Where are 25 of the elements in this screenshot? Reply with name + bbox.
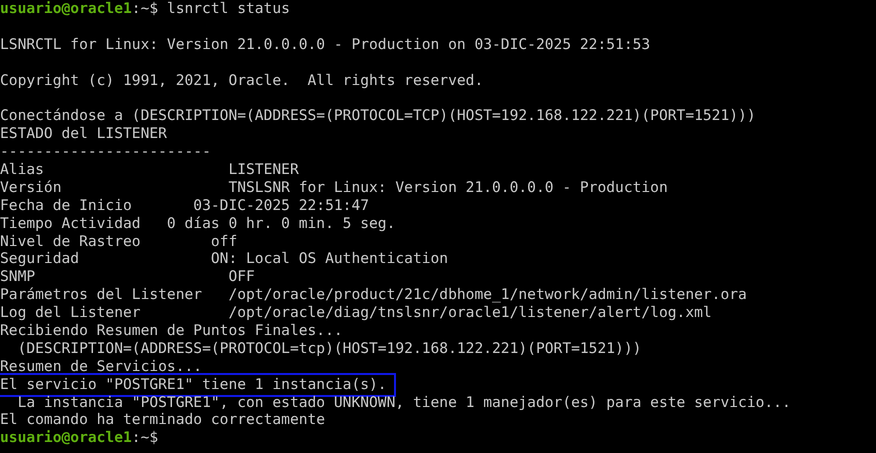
output-line: El servicio "POSTGRE1" tiene 1 instancia(s). <box>0 376 393 394</box>
output-line: ------------------------ <box>0 143 211 162</box>
output-line: (DESCRIPTION=(ADDRESS=(PROTOCOL=tcp)(HOST=192.168.122.221)(PORT=1521))) <box>16 340 642 358</box>
output-line: SNMP OFF <box>0 268 255 286</box>
output-line: El comando ha terminado correctamente <box>0 411 326 430</box>
prompt-user-host: usuario@oracle1 <box>0 0 132 17</box>
output-line: Fecha de Inicio 03-DIC-2025 22:51:47 <box>0 196 370 215</box>
prompt-path: :~$ <box>132 0 158 17</box>
output-line: LSNRCTL for Linux: Version 21.0.0.0.0 - Production on 03-DIC-2025 22:51:53 <box>0 36 650 54</box>
prompt-path: :~$ <box>132 429 158 446</box>
output-line: ESTADO del LISTENER <box>0 125 167 144</box>
output-line: Alias LISTENER <box>0 161 299 179</box>
output-line: Seguridad ON: Local OS Authentication <box>0 250 448 268</box>
output-line: Nivel de Rastreo off <box>0 232 238 250</box>
output-line: Copyright (c) 1991, 2021, Oracle. All rights reserved. <box>0 72 484 90</box>
output-line: Versión TNSLSNR for Linux: Version 21.0.0.0.0 - Production <box>0 178 668 197</box>
output-line: Recibiendo Resumen de Puntos Finales... <box>0 322 343 340</box>
output-line: Parámetros del Listener /opt/oracle/product/21c/dbhome_1/network/admin/listener.ora <box>0 286 747 304</box>
output-line: Tiempo Actividad 0 días 0 hr. 0 min. 5 seg. <box>0 214 396 233</box>
output-line: La instancia "POSTGRE1", con estado UNKNOWN, tiene 1 manejador(es) para este servicio... <box>16 394 791 412</box>
prompt-user-host: usuario@oracle1 <box>0 429 132 446</box>
output-line: Resumen de Servicios... <box>0 358 202 376</box>
output-line: Log del Listener /opt/oracle/diag/tnslsnr/oracle1/listener/alert/log.xml <box>0 304 712 322</box>
command-text: lsnrctl status <box>166 0 290 17</box>
output-line: Conectándose a (DESCRIPTION=(ADDRESS=(PROTOCOL=TCP)(HOST=192.168.122.221)(PORT=1521))) <box>0 107 756 126</box>
